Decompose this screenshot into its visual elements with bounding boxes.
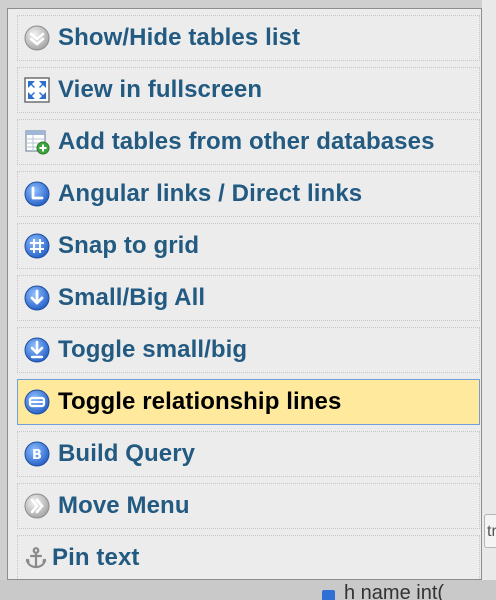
menu-item-label: Angular links / Direct links: [58, 180, 363, 207]
add-table-icon: [24, 129, 50, 155]
menu-item-label: Toggle small/big: [58, 336, 248, 363]
anchor-icon: [24, 545, 48, 571]
relationship-lines-icon: [24, 389, 50, 415]
download-circle-icon: [24, 285, 50, 311]
background-tab-text: tr: [487, 523, 496, 540]
background-tab: tr: [484, 514, 496, 548]
menu-item-snap-to-grid[interactable]: Snap to grid: [17, 223, 480, 269]
menu-item-label: Small/Big All: [58, 284, 206, 311]
menu-item-angular-links[interactable]: Angular links / Direct links: [17, 171, 480, 217]
menu-item-small-big-all[interactable]: Small/Big All: [17, 275, 480, 321]
grid-icon: [24, 233, 50, 259]
menu-item-move-menu[interactable]: Move Menu: [17, 483, 480, 529]
menu-item-show-hide-tables[interactable]: Show/Hide tables list: [17, 15, 480, 61]
menu-item-label: Snap to grid: [58, 232, 200, 259]
menu-item-add-tables[interactable]: Add tables from other databases: [17, 119, 480, 165]
toggle-size-icon: [24, 337, 50, 363]
background-panel: [482, 0, 496, 600]
page: tr h name int( Show/Hide tables list Vie…: [0, 0, 496, 600]
menu-item-label: Move Menu: [58, 492, 190, 519]
menu-item-view-fullscreen[interactable]: View in fullscreen: [17, 67, 480, 113]
menu-item-label: Show/Hide tables list: [58, 24, 301, 51]
svg-text:B: B: [32, 448, 42, 463]
chevron-down-circle-icon: [24, 25, 50, 51]
menu-item-label: View in fullscreen: [58, 76, 263, 103]
angular-links-icon: [24, 181, 50, 207]
background-checkbox-icon: [322, 590, 335, 600]
background-peek-text: h name int(: [344, 582, 445, 600]
fullscreen-icon: [24, 77, 50, 103]
menu-item-pin-text[interactable]: Pin text: [17, 535, 480, 581]
chevron-right-circle-icon: [24, 493, 50, 519]
menu-item-label: Pin text: [52, 544, 140, 571]
designer-side-menu: Show/Hide tables list View in fullscreen: [7, 8, 482, 581]
build-query-icon: B: [24, 441, 50, 467]
menu-item-label: Toggle relationship lines: [58, 388, 342, 415]
menu-item-label: Add tables from other databases: [58, 128, 435, 155]
menu-item-toggle-small-big[interactable]: Toggle small/big: [17, 327, 480, 373]
menu-item-label: Build Query: [58, 440, 196, 467]
menu-item-toggle-relationship-lines[interactable]: Toggle relationship lines: [17, 379, 480, 425]
menu-item-build-query[interactable]: B Build Query: [17, 431, 480, 477]
